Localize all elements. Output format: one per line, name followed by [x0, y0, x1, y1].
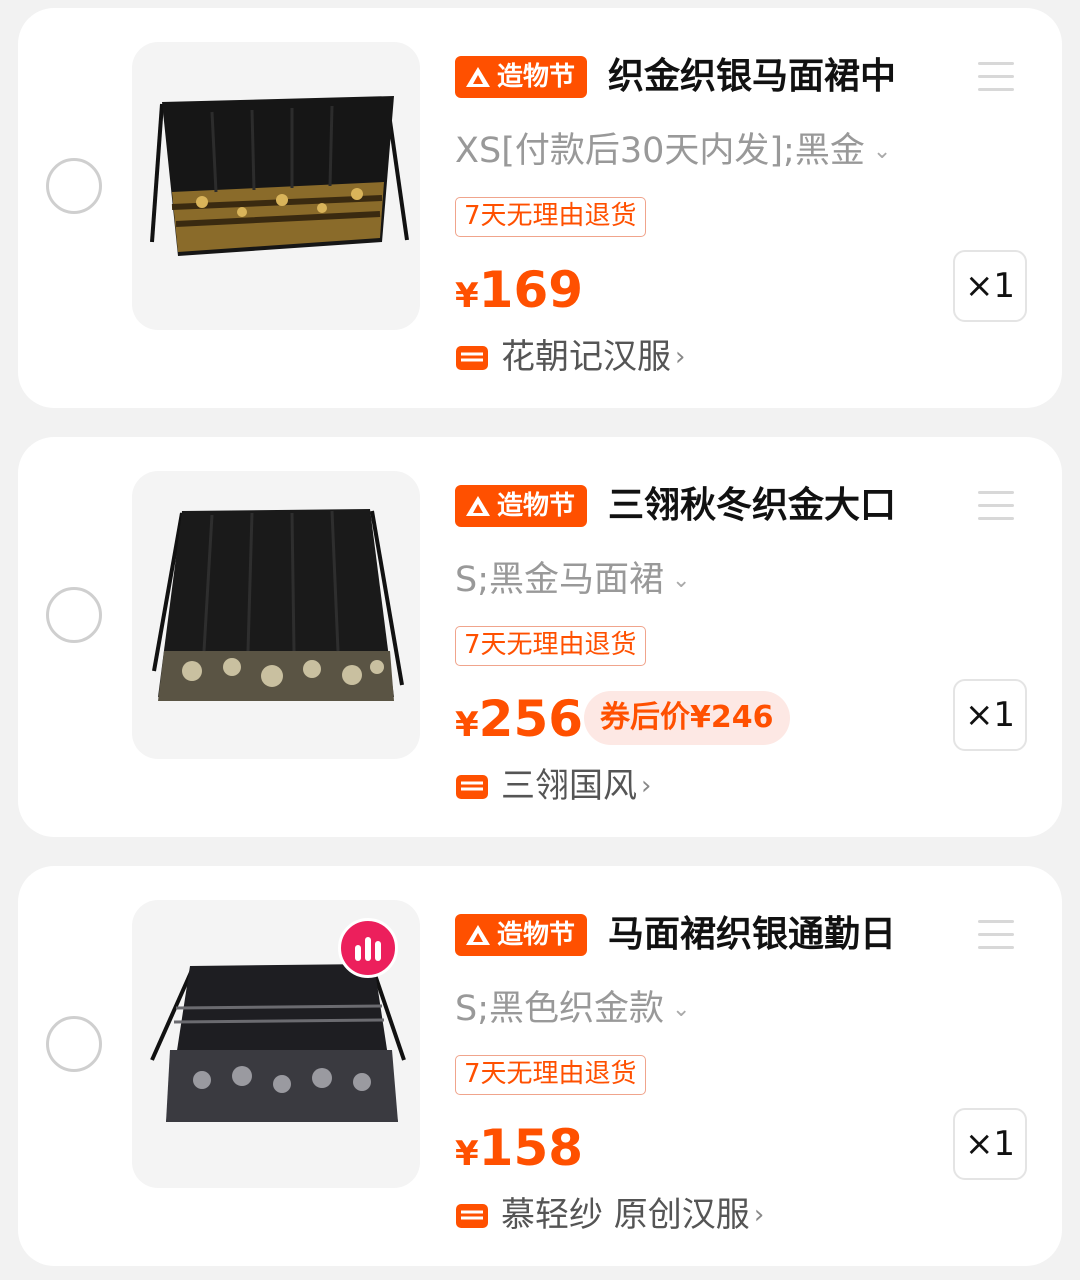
store-icon	[456, 775, 488, 799]
sku-selector[interactable]: S;黑色织金款 ⌄	[455, 984, 690, 1035]
more-menu-icon[interactable]	[978, 62, 1014, 92]
more-menu-icon[interactable]	[978, 920, 1014, 950]
festival-tag: 造物节	[455, 914, 588, 956]
store-icon	[456, 1204, 488, 1228]
return-policy-tag: 7天无理由退货	[455, 626, 646, 666]
price: ¥169	[455, 261, 584, 319]
price: ¥256	[455, 690, 584, 748]
cart-item-card[interactable]: 造物节 马面裙织银通勤日 S;黑色织金款 ⌄ 7天无理由退货 ¥158 ×1 慕轻…	[18, 866, 1062, 1266]
store-link[interactable]: 慕轻纱 原创汉服 ›	[455, 1190, 764, 1240]
quantity-stepper[interactable]: ×1	[953, 1108, 1027, 1180]
coupon-price-badge: 券后价¥246	[584, 691, 790, 745]
sku-selector[interactable]: S;黑金马面裙 ⌄	[455, 555, 690, 606]
product-image[interactable]	[132, 42, 420, 330]
skirt-image	[152, 509, 404, 701]
store-link[interactable]: 花朝记汉服 ›	[455, 332, 685, 382]
cart-item-card[interactable]: 造物节 三翎秋冬织金大口 S;黑金马面裙 ⌄ 7天无理由退货 ¥256 券后价¥2…	[18, 437, 1062, 837]
festival-tag: 造物节	[455, 56, 588, 98]
chevron-right-icon: ›	[753, 1200, 765, 1230]
store-link[interactable]: 三翎国风 ›	[455, 761, 651, 811]
product-title[interactable]: 三翎秋冬织金大口	[608, 481, 928, 531]
quantity-stepper[interactable]: ×1	[953, 250, 1027, 322]
skirt-image	[150, 96, 409, 256]
return-policy-tag: 7天无理由退货	[455, 1055, 646, 1095]
select-checkbox[interactable]	[46, 1016, 102, 1072]
price: ¥158	[455, 1119, 584, 1177]
product-image[interactable]	[132, 471, 420, 759]
product-title[interactable]: 织金织银马面裙中	[608, 52, 928, 102]
chevron-right-icon: ›	[641, 771, 652, 801]
quantity-stepper[interactable]: ×1	[953, 679, 1027, 751]
select-checkbox[interactable]	[46, 158, 102, 214]
chevron-right-icon: ›	[675, 342, 686, 372]
cart-item-card[interactable]: 造物节 织金织银马面裙中 XS[付款后30天内发];黑金 ⌄ 7天无理由退货 ¥1…	[18, 8, 1062, 408]
sku-selector[interactable]: XS[付款后30天内发];黑金 ⌄	[455, 126, 891, 177]
chevron-down-icon: ⌄	[672, 568, 691, 593]
chevron-down-icon: ⌄	[672, 997, 691, 1022]
return-policy-tag: 7天无理由退货	[455, 197, 646, 237]
product-title[interactable]: 马面裙织银通勤日	[608, 910, 928, 960]
festival-tag: 造物节	[455, 485, 588, 527]
more-menu-icon[interactable]	[978, 491, 1014, 521]
hot-chart-icon	[338, 918, 398, 978]
festival-logo-icon	[466, 67, 490, 87]
festival-logo-icon	[466, 925, 490, 945]
store-icon	[456, 346, 488, 370]
chevron-down-icon: ⌄	[872, 139, 892, 164]
festival-logo-icon	[466, 496, 490, 516]
select-checkbox[interactable]	[46, 587, 102, 643]
